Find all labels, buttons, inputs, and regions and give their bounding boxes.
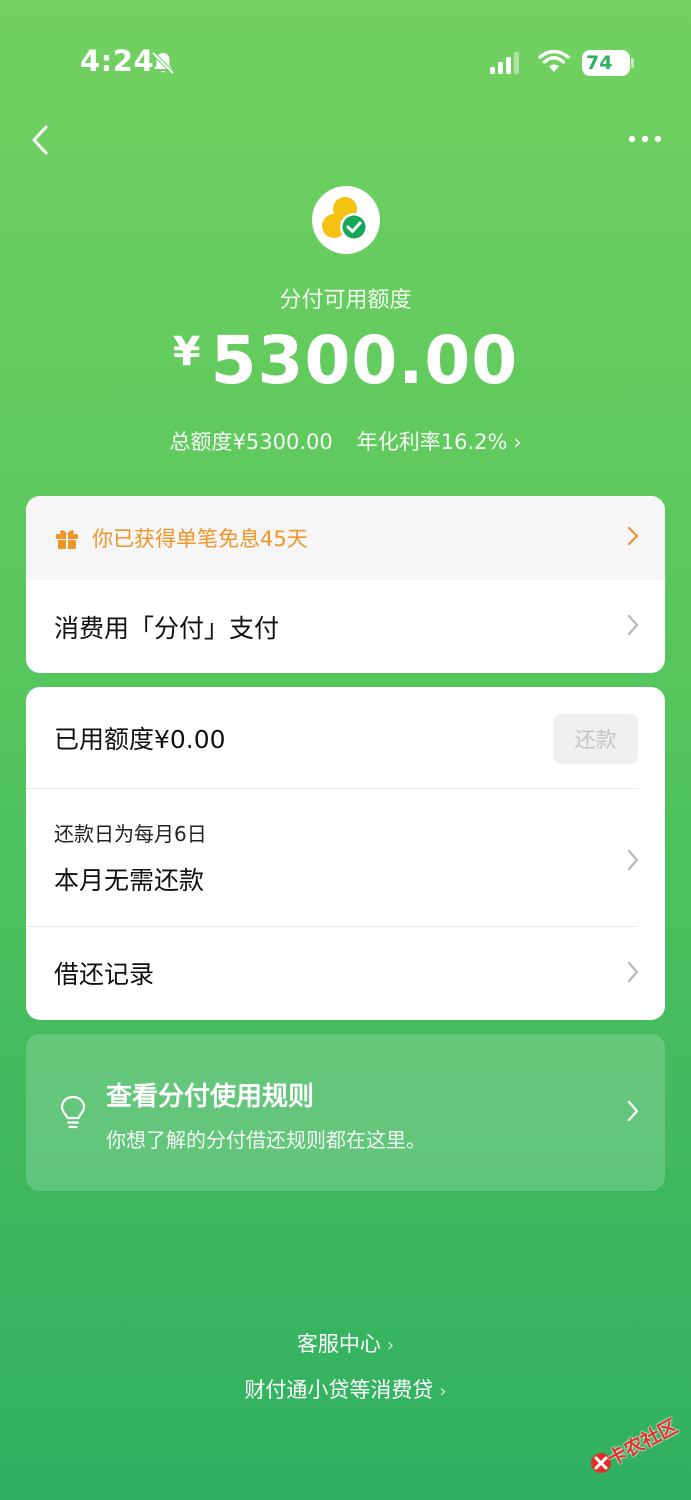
nav-bar <box>0 110 691 170</box>
chevron-right-icon: › <box>439 1381 447 1402</box>
used-credit-row: 已用额度¥0.00 还款 <box>26 687 638 789</box>
total-limit: 总额度¥5300.00 <box>169 430 333 454</box>
chevron-right-icon <box>627 1100 639 1122</box>
battery-cap <box>631 58 634 68</box>
usage-rules-banner[interactable]: 查看分付使用规则 你想了解的分付借还规则都在这里。 <box>26 1034 665 1191</box>
bell-muted-icon <box>151 51 175 75</box>
battery-icon: 74 <box>582 50 634 76</box>
chevron-right-icon <box>627 614 639 636</box>
rules-subtitle: 你想了解的分付借还规则都在这里。 <box>106 1128 426 1152</box>
rules-title: 查看分付使用规则 <box>106 1082 315 1112</box>
available-credit-amount: ¥5300.00 <box>0 322 691 399</box>
used-credit-label: 已用额度¥0.00 <box>54 724 226 754</box>
records-label: 借还记录 <box>54 960 155 989</box>
status-time: 4:24 <box>80 44 155 78</box>
chevron-right-icon <box>627 961 639 983</box>
signal-icon <box>490 52 519 74</box>
records-row[interactable]: 借还记录 <box>26 927 665 1019</box>
payment-card: 你已获得单笔免息45天 消费用「分付」支付 <box>26 496 665 673</box>
available-credit-label: 分付可用额度 <box>279 288 412 313</box>
promo-text: 你已获得单笔免息45天 <box>92 527 308 551</box>
amount-value: 5300.00 <box>210 322 519 399</box>
chevron-right-icon: › <box>513 430 522 454</box>
chevron-right-icon <box>627 526 639 546</box>
repayment-card: 已用额度¥0.00 还款 还款日为每月6日 本月无需还款 借还记录 <box>26 687 665 1020</box>
due-day-text: 还款日为每月6日 <box>54 822 207 846</box>
repayment-due-row[interactable]: 还款日为每月6日 本月无需还款 <box>26 789 639 927</box>
battery-level: 74 <box>586 52 613 74</box>
lender-info-label: 财付通小贷等消费贷 <box>244 1378 434 1402</box>
chevron-right-icon: › <box>386 1335 395 1356</box>
lightbulb-icon <box>60 1095 86 1129</box>
customer-service-link[interactable]: 客服中心 › <box>0 1328 691 1358</box>
credit-summary[interactable]: 总额度¥5300.00 年化利率16.2% › <box>0 426 691 456</box>
fenfu-logo <box>312 186 380 254</box>
annual-rate[interactable]: 年化利率16.2% <box>357 430 508 454</box>
due-status-text: 本月无需还款 <box>54 866 205 895</box>
more-button[interactable] <box>620 124 670 154</box>
repay-button[interactable]: 还款 <box>553 714 638 764</box>
chevron-right-icon <box>627 849 639 871</box>
back-button[interactable] <box>20 120 60 160</box>
customer-service-label: 客服中心 <box>296 1332 381 1356</box>
currency-symbol: ¥ <box>172 329 201 375</box>
watermark: 卡农社区 <box>588 1400 688 1490</box>
chevron-left-icon <box>32 125 48 155</box>
fenfu-logo-icon <box>322 197 368 241</box>
pay-with-fenfu-row[interactable]: 消费用「分付」支付 <box>26 580 665 673</box>
watermark-text: 卡农社区 <box>603 1415 682 1471</box>
gift-icon <box>56 530 78 549</box>
status-bar: 4:24 74 <box>0 0 691 110</box>
wifi-icon <box>538 50 570 72</box>
interest-free-promo[interactable]: 你已获得单笔免息45天 <box>26 496 665 580</box>
pay-with-fenfu-label: 消费用「分付」支付 <box>54 613 280 643</box>
more-dots-icon <box>628 135 662 143</box>
